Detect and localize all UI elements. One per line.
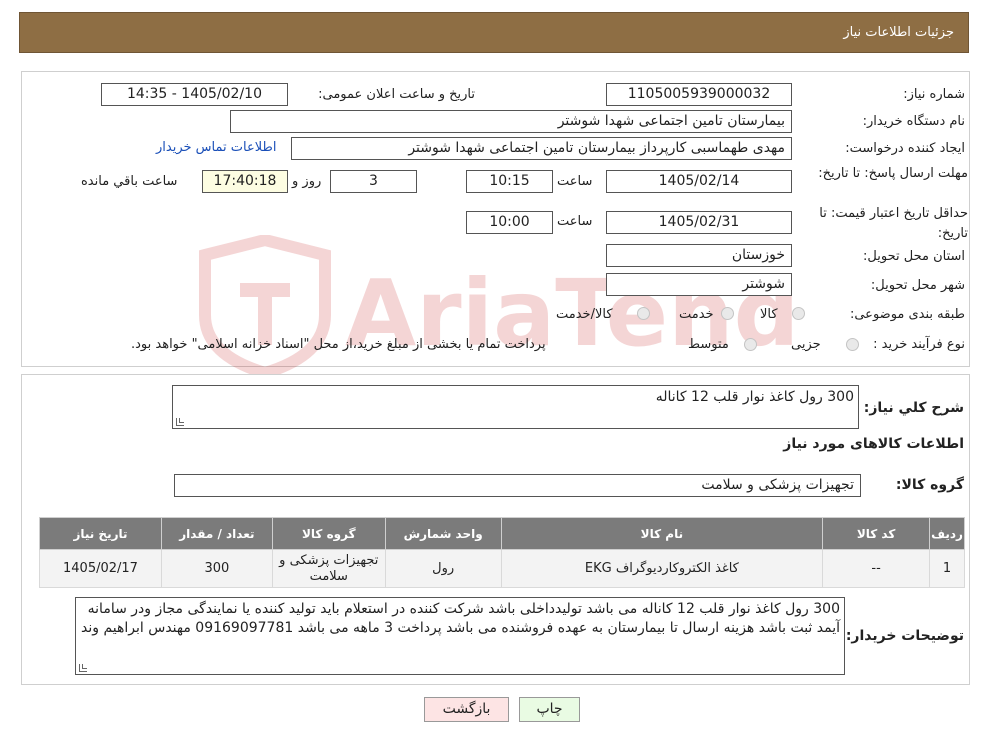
deadline-label: مهلت ارسال پاسخ: تا تاریخ: bbox=[818, 166, 968, 181]
buyer-notes-textarea[interactable]: 300 رول کاغذ نوار قلب 12 کاناله می باشد … bbox=[75, 597, 845, 675]
deadline-time-word: ساعت bbox=[557, 174, 593, 189]
goods-table: ردیف کد کالا نام کالا واحد شمارش گروه کا… bbox=[39, 517, 965, 588]
buyer-contact-link[interactable]: اطلاعات تماس خریدار bbox=[156, 140, 276, 155]
buyer-notes-text: 300 رول کاغذ نوار قلب 12 کاناله می باشد … bbox=[81, 601, 840, 636]
category-goods-service-label: کالا/خدمت bbox=[556, 307, 613, 322]
buyer-notes-label: توضیحات خریدار: bbox=[845, 628, 964, 644]
process-note: پرداخت تمام یا بخشی از مبلغ خرید،از محل … bbox=[131, 337, 546, 352]
remaining-word: ساعت باقي مانده bbox=[81, 174, 178, 189]
days-word: روز و bbox=[292, 174, 322, 189]
city-label: شهر محل تحویل: bbox=[870, 278, 965, 293]
cell-row: 1 bbox=[929, 549, 965, 588]
resize-grip-icon[interactable] bbox=[176, 418, 184, 426]
summary-text: 300 رول کاغذ نوار قلب 12 کاناله bbox=[655, 389, 854, 405]
goods-info-title: اطلاعات کالاهای مورد نیاز bbox=[783, 436, 964, 452]
col-quantity: تعداد / مقدار bbox=[160, 517, 273, 550]
creator-field: مهدی طهماسبی کارپرداز بیمارستان تامین اج… bbox=[291, 137, 792, 160]
category-goods-label: کالا bbox=[760, 307, 778, 322]
back-button[interactable]: بازگشت bbox=[424, 697, 509, 722]
validity-date-field: 1405/02/31 bbox=[606, 211, 792, 234]
validity-time-word: ساعت bbox=[557, 214, 593, 229]
validity-label: حداقل تاریخ اعتبار قیمت: تا تاریخ: bbox=[819, 206, 968, 241]
page-title-bar: جزئیات اطلاعات نیاز bbox=[19, 12, 969, 53]
category-goods-service-radio[interactable] bbox=[637, 307, 650, 320]
cell-name: کاغذ الکتروکاردیوگراف EKG bbox=[500, 549, 824, 588]
creator-label: ایجاد کننده درخواست: bbox=[845, 141, 965, 156]
process-label: نوع فرآیند خرید : bbox=[873, 337, 965, 352]
announce-datetime-field: 1405/02/10 - 14:35 bbox=[101, 83, 288, 106]
cell-unit: رول bbox=[384, 549, 502, 588]
category-label: طبقه بندی موضوعی: bbox=[849, 307, 965, 322]
deadline-date-field: 1405/02/14 bbox=[606, 170, 792, 193]
process-minor-radio[interactable] bbox=[846, 338, 859, 351]
province-field: خوزستان bbox=[606, 244, 792, 267]
remaining-time-field: 17:40:18 bbox=[202, 170, 288, 193]
col-unit: واحد شمارش bbox=[384, 517, 502, 550]
table-row: 1 -- کاغذ الکتروکاردیوگراف EKG رول تجهیز… bbox=[39, 549, 965, 588]
process-medium-radio[interactable] bbox=[744, 338, 757, 351]
cell-quantity: 300 bbox=[160, 549, 273, 588]
cell-code: -- bbox=[822, 549, 931, 588]
goods-table-header-row: ردیف کد کالا نام کالا واحد شمارش گروه کا… bbox=[39, 517, 965, 550]
page-title: جزئیات اطلاعات نیاز bbox=[843, 25, 954, 40]
validity-time-field: 10:00 bbox=[466, 211, 553, 234]
print-button[interactable]: چاپ bbox=[519, 697, 580, 722]
goods-group-field: تجهیزات پزشکی و سلامت bbox=[174, 474, 861, 497]
buyer-org-label: نام دستگاه خریدار: bbox=[862, 114, 965, 129]
days-left-field: 3 bbox=[330, 170, 417, 193]
col-row: ردیف bbox=[929, 517, 965, 550]
category-goods-radio[interactable] bbox=[792, 307, 805, 320]
col-name: نام کالا bbox=[500, 517, 824, 550]
category-service-radio[interactable] bbox=[721, 307, 734, 320]
city-field: شوشتر bbox=[606, 273, 792, 296]
col-need-date: تاریخ نیاز bbox=[39, 517, 162, 550]
need-number-field: 1105005939000032 bbox=[606, 83, 792, 106]
cell-group: تجهیزات پزشکی و سلامت bbox=[271, 549, 386, 588]
deadline-time-field: 10:15 bbox=[466, 170, 553, 193]
province-label: استان محل تحویل: bbox=[863, 249, 965, 264]
cell-need-date: 1405/02/17 bbox=[39, 549, 162, 588]
announce-label: تاریخ و ساعت اعلان عمومی: bbox=[318, 87, 475, 102]
summary-textarea[interactable]: 300 رول کاغذ نوار قلب 12 کاناله bbox=[172, 385, 859, 429]
process-minor-label: جزیی bbox=[791, 337, 821, 352]
summary-label: شرح کلي نیاز: bbox=[863, 400, 964, 416]
need-number-label: شماره نیاز: bbox=[903, 87, 965, 102]
process-medium-label: متوسط bbox=[688, 337, 729, 352]
buyer-org-field: بیمارستان تامین اجتماعی شهدا شوشتر bbox=[230, 110, 792, 133]
col-group: گروه کالا bbox=[271, 517, 386, 550]
category-service-label: خدمت bbox=[679, 307, 714, 322]
resize-grip-icon[interactable] bbox=[79, 664, 87, 672]
goods-group-label: گروه کالا: bbox=[895, 477, 964, 493]
col-code: کد کالا bbox=[822, 517, 931, 550]
